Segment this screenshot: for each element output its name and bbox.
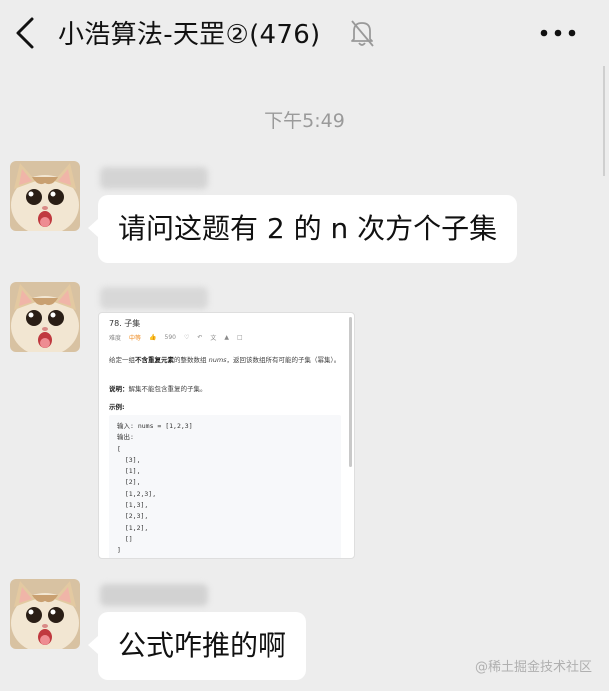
difficulty-value: 中等 xyxy=(129,335,142,342)
heart-icon: ♡ xyxy=(183,334,190,341)
chevron-left-icon xyxy=(16,17,34,49)
chat-header: 小浩算法-天罡②(476) xyxy=(0,0,609,66)
problem-note: 说明：解集不能包含重复的子集。 xyxy=(109,385,207,393)
problem-description: 给定一组不含重复元素的整数数组 nums，返回该数组所有可能的子集（幂集）。 xyxy=(109,356,341,364)
comment-icon: □ xyxy=(237,334,243,341)
message-bubble[interactable]: 公式咋推的啊 xyxy=(87,612,307,680)
bell-icon: ▲ xyxy=(224,334,230,341)
chat-screen: 小浩算法-天罡②(476) 下午5:49 请问这题有 2 的 n 次方个子集 7… xyxy=(0,0,609,691)
thumbs-up-icon: 👍 xyxy=(149,334,157,341)
translate-icon: 文 xyxy=(210,335,217,342)
ellipsis-icon xyxy=(540,29,576,37)
sender-name-blurred xyxy=(100,287,208,309)
message-timestamp: 下午5:49 xyxy=(264,110,345,132)
back-button[interactable] xyxy=(12,13,42,53)
more-button[interactable] xyxy=(536,20,580,46)
example-code: 输入: nums = [1,2,3] 输出: [ [3], [1], [2], … xyxy=(109,415,341,558)
example-label: 示例: xyxy=(109,403,125,411)
bell-off-icon xyxy=(349,18,375,48)
chat-title[interactable]: 小浩算法-天罡②(476) xyxy=(58,14,321,51)
sender-name-blurred xyxy=(100,167,208,189)
image-message[interactable]: 78. 子集 难度 中等 👍 590 ♡ ↶ 文 ▲ □ 给定一组不含重复元素的… xyxy=(98,312,355,559)
problem-meta: 难度 中等 👍 590 ♡ ↶ 文 ▲ □ xyxy=(109,333,243,342)
like-count: 590 xyxy=(164,334,176,341)
message-bubble[interactable]: 请问这题有 2 的 n 次方个子集 xyxy=(87,195,518,263)
watermark: @稀土掘金技术社区 xyxy=(475,660,593,675)
share-icon: ↶ xyxy=(197,334,203,341)
avatar[interactable] xyxy=(10,161,80,231)
image-scrollbar xyxy=(349,317,352,467)
avatar[interactable] xyxy=(10,579,80,649)
avatar[interactable] xyxy=(10,282,80,352)
difficulty-label: 难度 xyxy=(109,335,122,342)
problem-title: 78. 子集 xyxy=(109,319,141,328)
sender-name-blurred xyxy=(100,584,208,606)
